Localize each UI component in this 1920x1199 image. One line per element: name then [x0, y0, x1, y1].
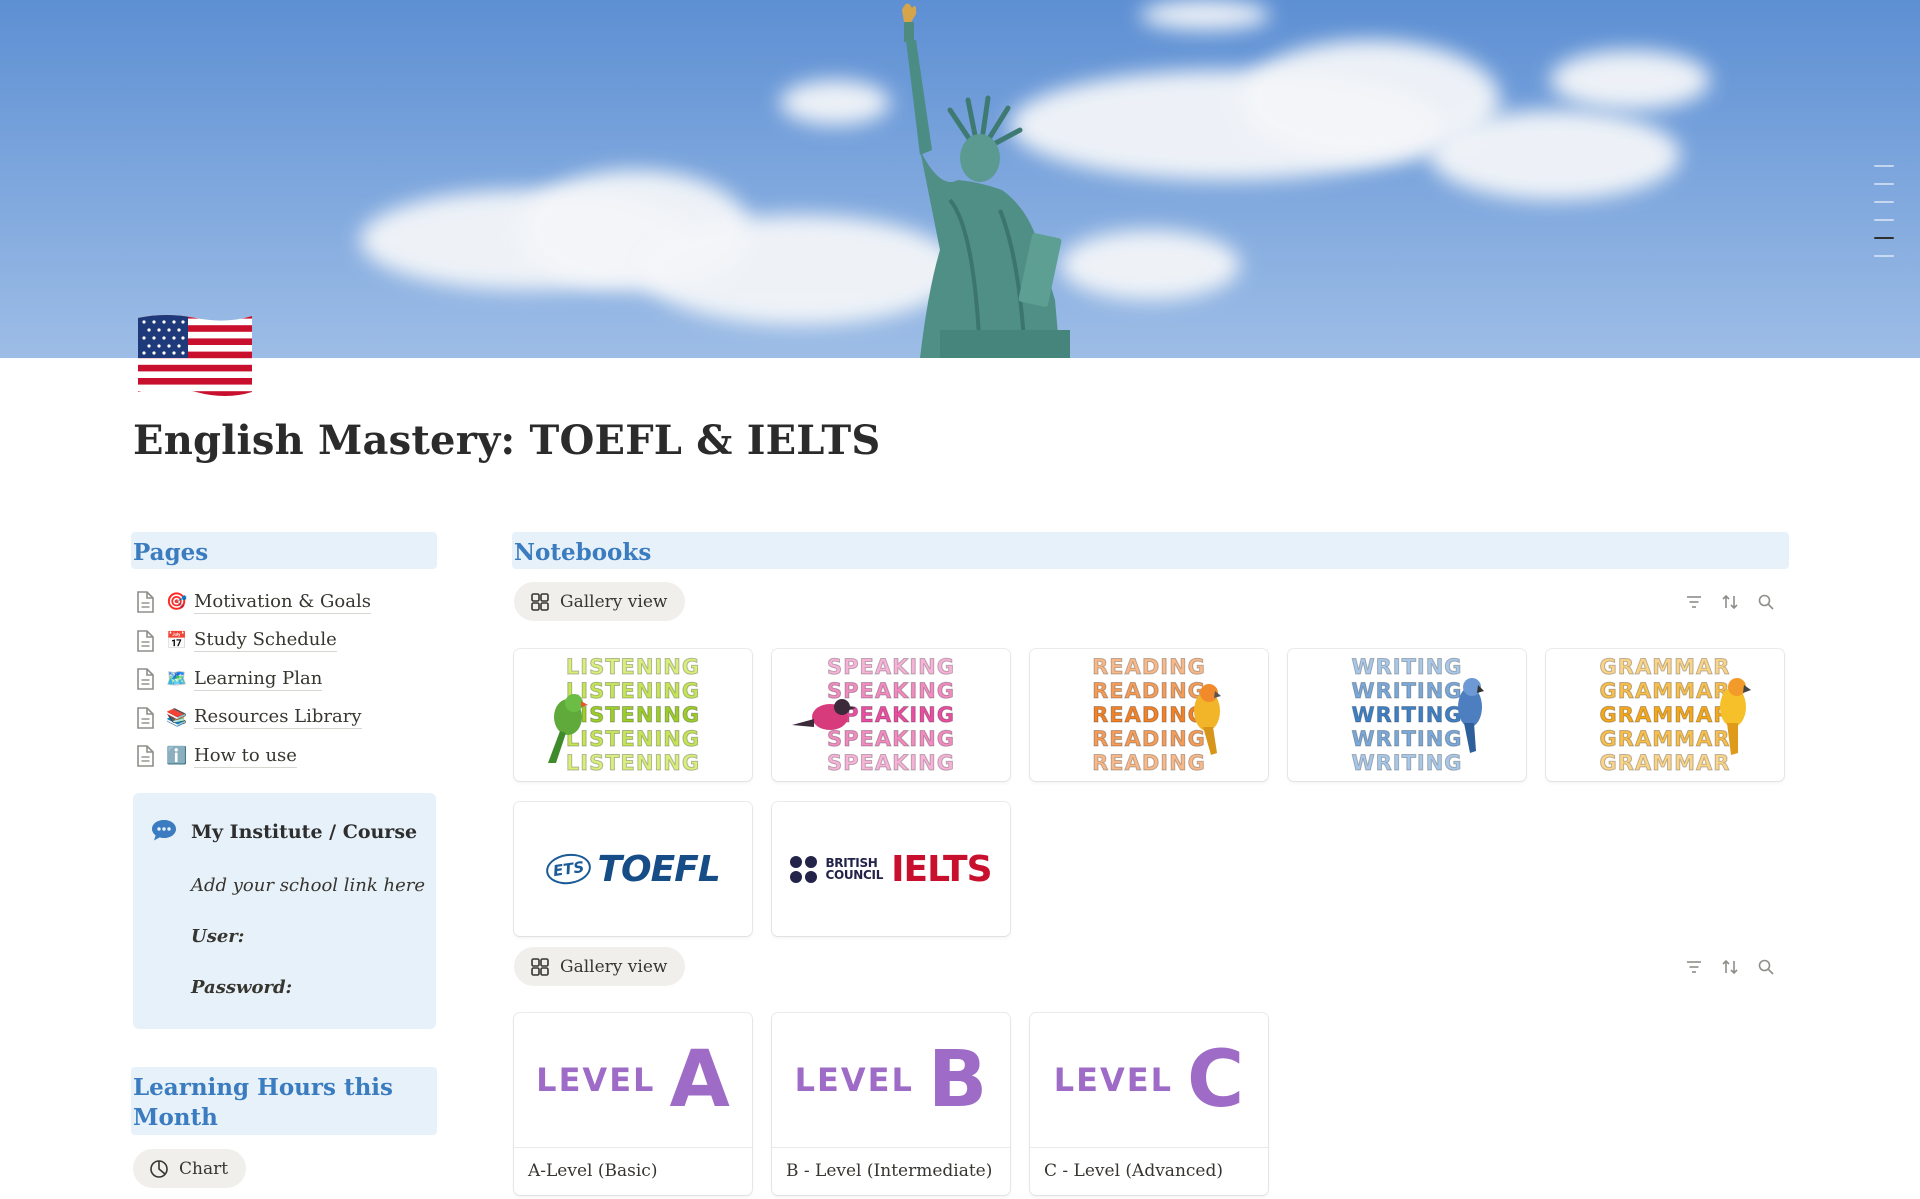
search-icon[interactable] [1757, 958, 1775, 976]
card-title: A-Level (Basic) [514, 1147, 752, 1195]
notebook-card-grammar[interactable]: GRAMMAR GRAMMAR GRAMMAR GRAMMAR GRAMMAR [1546, 649, 1784, 781]
toefl-logo: ETS TOEFL [544, 849, 721, 890]
level-card-b[interactable]: LEVEL B B - Level (Intermediate) [772, 1013, 1010, 1195]
page-link-study-schedule[interactable]: 📅 Study Schedule [134, 622, 434, 661]
map-icon: 🗺️ [166, 669, 188, 690]
us-flag-icon[interactable] [136, 312, 254, 398]
school-link-placeholder[interactable]: Add your school link here [191, 875, 425, 896]
gallery-view-label: Gallery view [560, 956, 668, 977]
notebook-card-speaking[interactable]: SPEAKING SPEAKING SPEAKING SPEAKING SPEA… [772, 649, 1010, 781]
card-title: B - Level (Intermediate) [772, 1147, 1010, 1195]
password-label: Password: [191, 977, 293, 998]
level-card-c[interactable]: LEVEL C C - Level (Advanced) [1030, 1013, 1268, 1195]
document-icon [137, 629, 154, 652]
parrot-illustration [548, 694, 588, 763]
page-link-label: How to use [194, 744, 297, 768]
pages-list: 🎯 Motivation & Goals 📅 Study Schedule 🗺️… [134, 583, 434, 776]
card-cover-art: LEVEL A [536, 1035, 730, 1125]
document-icon [137, 706, 154, 729]
chat-bubble-icon [152, 820, 176, 841]
chart-view-label: Chart [179, 1158, 229, 1179]
notebook-card-ielts[interactable]: BRITISH COUNCIL IELTS [772, 802, 1010, 936]
notebook-card-listening[interactable]: LISTENING LISTENING LISTENING LISTENING … [514, 649, 752, 781]
ielts-logo: BRITISH COUNCIL IELTS [790, 849, 993, 890]
learning-hours-heading: Learning Hours this Month [131, 1067, 437, 1135]
page-link-resources-library[interactable]: 📚 Resources Library [134, 699, 434, 738]
card-cover-art: LEVEL C [1053, 1035, 1245, 1125]
user-label: User: [191, 926, 245, 947]
callout-title: My Institute / Course [191, 821, 418, 843]
filter-icon[interactable] [1685, 593, 1703, 611]
page-link-label: Learning Plan [194, 667, 323, 691]
parrot-illustration [1458, 678, 1484, 753]
page-link-how-to-use[interactable]: ℹ️ How to use [134, 737, 434, 776]
chart-view-button[interactable]: Chart [133, 1149, 247, 1188]
notebook-card-toefl[interactable]: ETS TOEFL [514, 802, 752, 936]
gallery-view-tab[interactable]: Gallery view [514, 582, 686, 621]
parrot-illustration [1194, 684, 1221, 755]
parrot-illustration [1720, 678, 1751, 755]
target-icon: 🎯 [166, 592, 188, 613]
gallery-toolbar [1685, 593, 1775, 611]
page-link-learning-plan[interactable]: 🗺️ Learning Plan [134, 660, 434, 699]
notebook-card-reading[interactable]: READING READING READING READING READING [1030, 649, 1268, 781]
gallery-view-label: Gallery view [560, 591, 668, 612]
info-icon: ℹ️ [166, 746, 188, 767]
page-link-motivation-goals[interactable]: 🎯 Motivation & Goals [134, 583, 434, 622]
books-icon: 📚 [166, 707, 188, 728]
filter-icon[interactable] [1685, 958, 1703, 976]
page-title[interactable]: English Mastery: TOEFL & IELTS [133, 417, 880, 464]
document-icon [137, 668, 154, 691]
gallery-toolbar [1685, 958, 1775, 976]
sort-icon[interactable] [1721, 958, 1739, 976]
card-cover-art: WRITING WRITING WRITING WRITING WRITING [1351, 655, 1463, 776]
level-card-a[interactable]: LEVEL A A-Level (Basic) [514, 1013, 752, 1195]
gallery-view-tab[interactable]: Gallery view [514, 947, 686, 986]
document-icon [137, 745, 154, 768]
pie-chart-icon [150, 1159, 168, 1178]
institute-callout: My Institute / Course Add your school li… [133, 793, 436, 1029]
document-icon [137, 591, 154, 614]
card-cover-art: LEVEL B [794, 1035, 988, 1125]
notebook-card-writing[interactable]: WRITING WRITING WRITING WRITING WRITING [1288, 649, 1526, 781]
search-icon[interactable] [1757, 593, 1775, 611]
page-link-label: Resources Library [194, 706, 362, 730]
card-title: C - Level (Advanced) [1030, 1147, 1268, 1195]
pages-heading: Pages [131, 532, 437, 569]
cover-image [0, 0, 1920, 358]
calendar-icon: 📅 [166, 630, 188, 651]
table-of-contents-indicator[interactable] [1874, 165, 1894, 273]
sort-icon[interactable] [1721, 593, 1739, 611]
page-link-label: Motivation & Goals [194, 590, 371, 614]
bird-illustration [792, 699, 856, 730]
notebooks-heading: Notebooks [512, 532, 1789, 569]
statue-of-liberty [902, 3, 1070, 358]
gallery-grid-icon [531, 957, 549, 976]
gallery-grid-icon [531, 592, 549, 611]
page-link-label: Study Schedule [194, 629, 337, 653]
